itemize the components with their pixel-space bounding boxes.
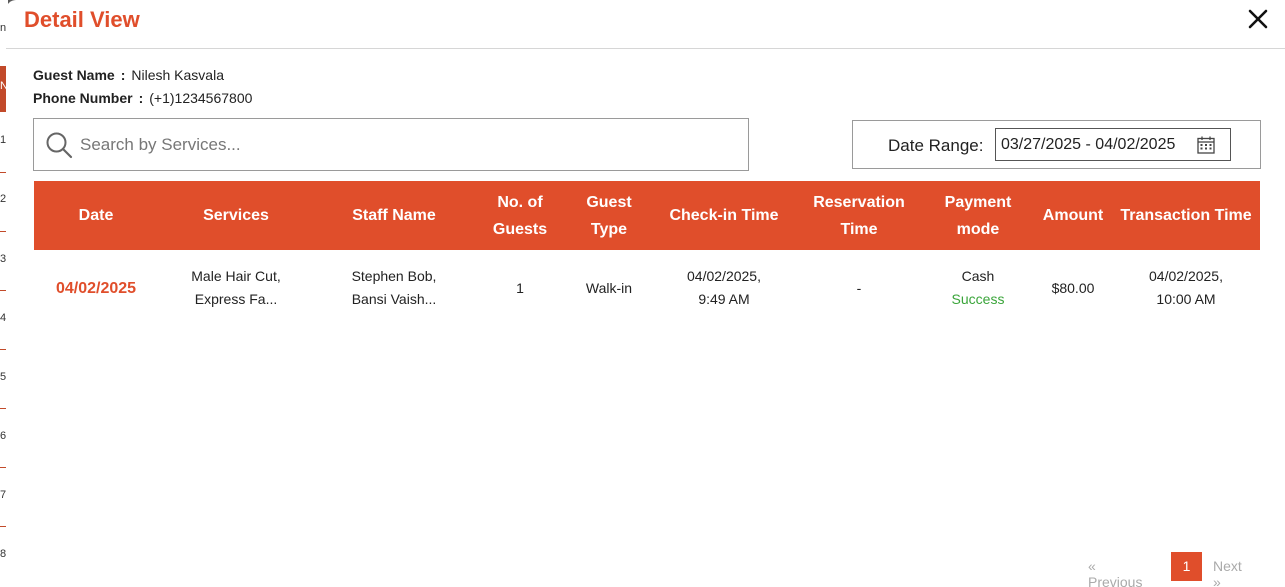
search-input[interactable]	[80, 131, 730, 159]
phone-number-info: Phone Number: (+1)1234567800	[33, 90, 252, 106]
column-header-reservation-time[interactable]: Reservation Time	[796, 181, 922, 250]
payment-status: Success	[951, 291, 1005, 307]
column-header-payment-mode[interactable]: Payment mode	[922, 181, 1034, 250]
pagination-next[interactable]: Next »	[1213, 558, 1242, 587]
cell-date[interactable]: 04/02/2025	[34, 250, 158, 326]
search-icon	[45, 131, 73, 159]
pagination-previous[interactable]: « Previous	[1088, 558, 1142, 587]
column-header-staff-name[interactable]: Staff Name	[314, 181, 474, 250]
cell-amount: $80.00	[1051, 279, 1095, 296]
column-header-guests[interactable]: No. of Guests	[474, 181, 566, 250]
column-header-guest-type[interactable]: Guest Type	[566, 181, 652, 250]
column-header-transaction-time[interactable]: Transaction Time	[1112, 181, 1260, 250]
modal-header: Detail View	[6, 0, 1285, 49]
cell-guest-type: Walk-in	[585, 279, 633, 296]
guest-name-separator: :	[120, 67, 126, 83]
guest-name-value: Nilesh Kasvala	[131, 67, 224, 83]
pagination-page-1[interactable]: 1	[1171, 552, 1202, 581]
date-range-input[interactable]: 03/27/2025 - 04/02/2025	[995, 128, 1231, 161]
cell-services: Male Hair Cut, Express Fa...	[191, 268, 281, 307]
detail-view-modal: Detail View Guest Name: Nilesh Kasvala Ph…	[6, 0, 1285, 587]
phone-number-separator: :	[138, 90, 144, 106]
guest-name-info: Guest Name: Nilesh Kasvala	[33, 67, 224, 83]
guest-name-label: Guest Name	[33, 67, 115, 83]
close-icon[interactable]	[1247, 8, 1269, 30]
date-range-filter: Date Range: 03/27/2025 - 04/02/2025	[852, 120, 1261, 169]
cell-staff-name: Stephen Bob, Bansi Vaish...	[351, 268, 437, 307]
column-header-amount[interactable]: Amount	[1034, 181, 1112, 250]
date-range-label: Date Range:	[888, 136, 984, 155]
cell-transaction-time: 04/02/2025, 10:00 AM	[1149, 268, 1223, 307]
column-header-checkin-time[interactable]: Check-in Time	[652, 181, 796, 250]
phone-number-label: Phone Number	[33, 90, 133, 106]
date-range-value: 03/27/2025 - 04/02/2025	[1001, 136, 1176, 153]
table-header: Date Services Staff Name No. of Guests Gu…	[34, 181, 1260, 250]
cell-checkin-time: 04/02/2025, 9:49 AM	[687, 268, 761, 307]
modal-title: Detail View	[24, 7, 140, 32]
column-header-date[interactable]: Date	[34, 181, 158, 250]
search-box[interactable]	[33, 118, 749, 171]
cell-payment-mode: Cash Success	[922, 250, 1034, 326]
cell-guests: 1	[516, 279, 524, 296]
column-header-services[interactable]: Services	[158, 181, 314, 250]
calendar-icon[interactable]	[1196, 135, 1216, 155]
table-row: 04/02/2025 Male Hair Cut, Express Fa... S…	[34, 250, 1260, 326]
phone-number-value: (+1)1234567800	[149, 90, 253, 106]
cell-reservation-time: -	[856, 279, 862, 296]
